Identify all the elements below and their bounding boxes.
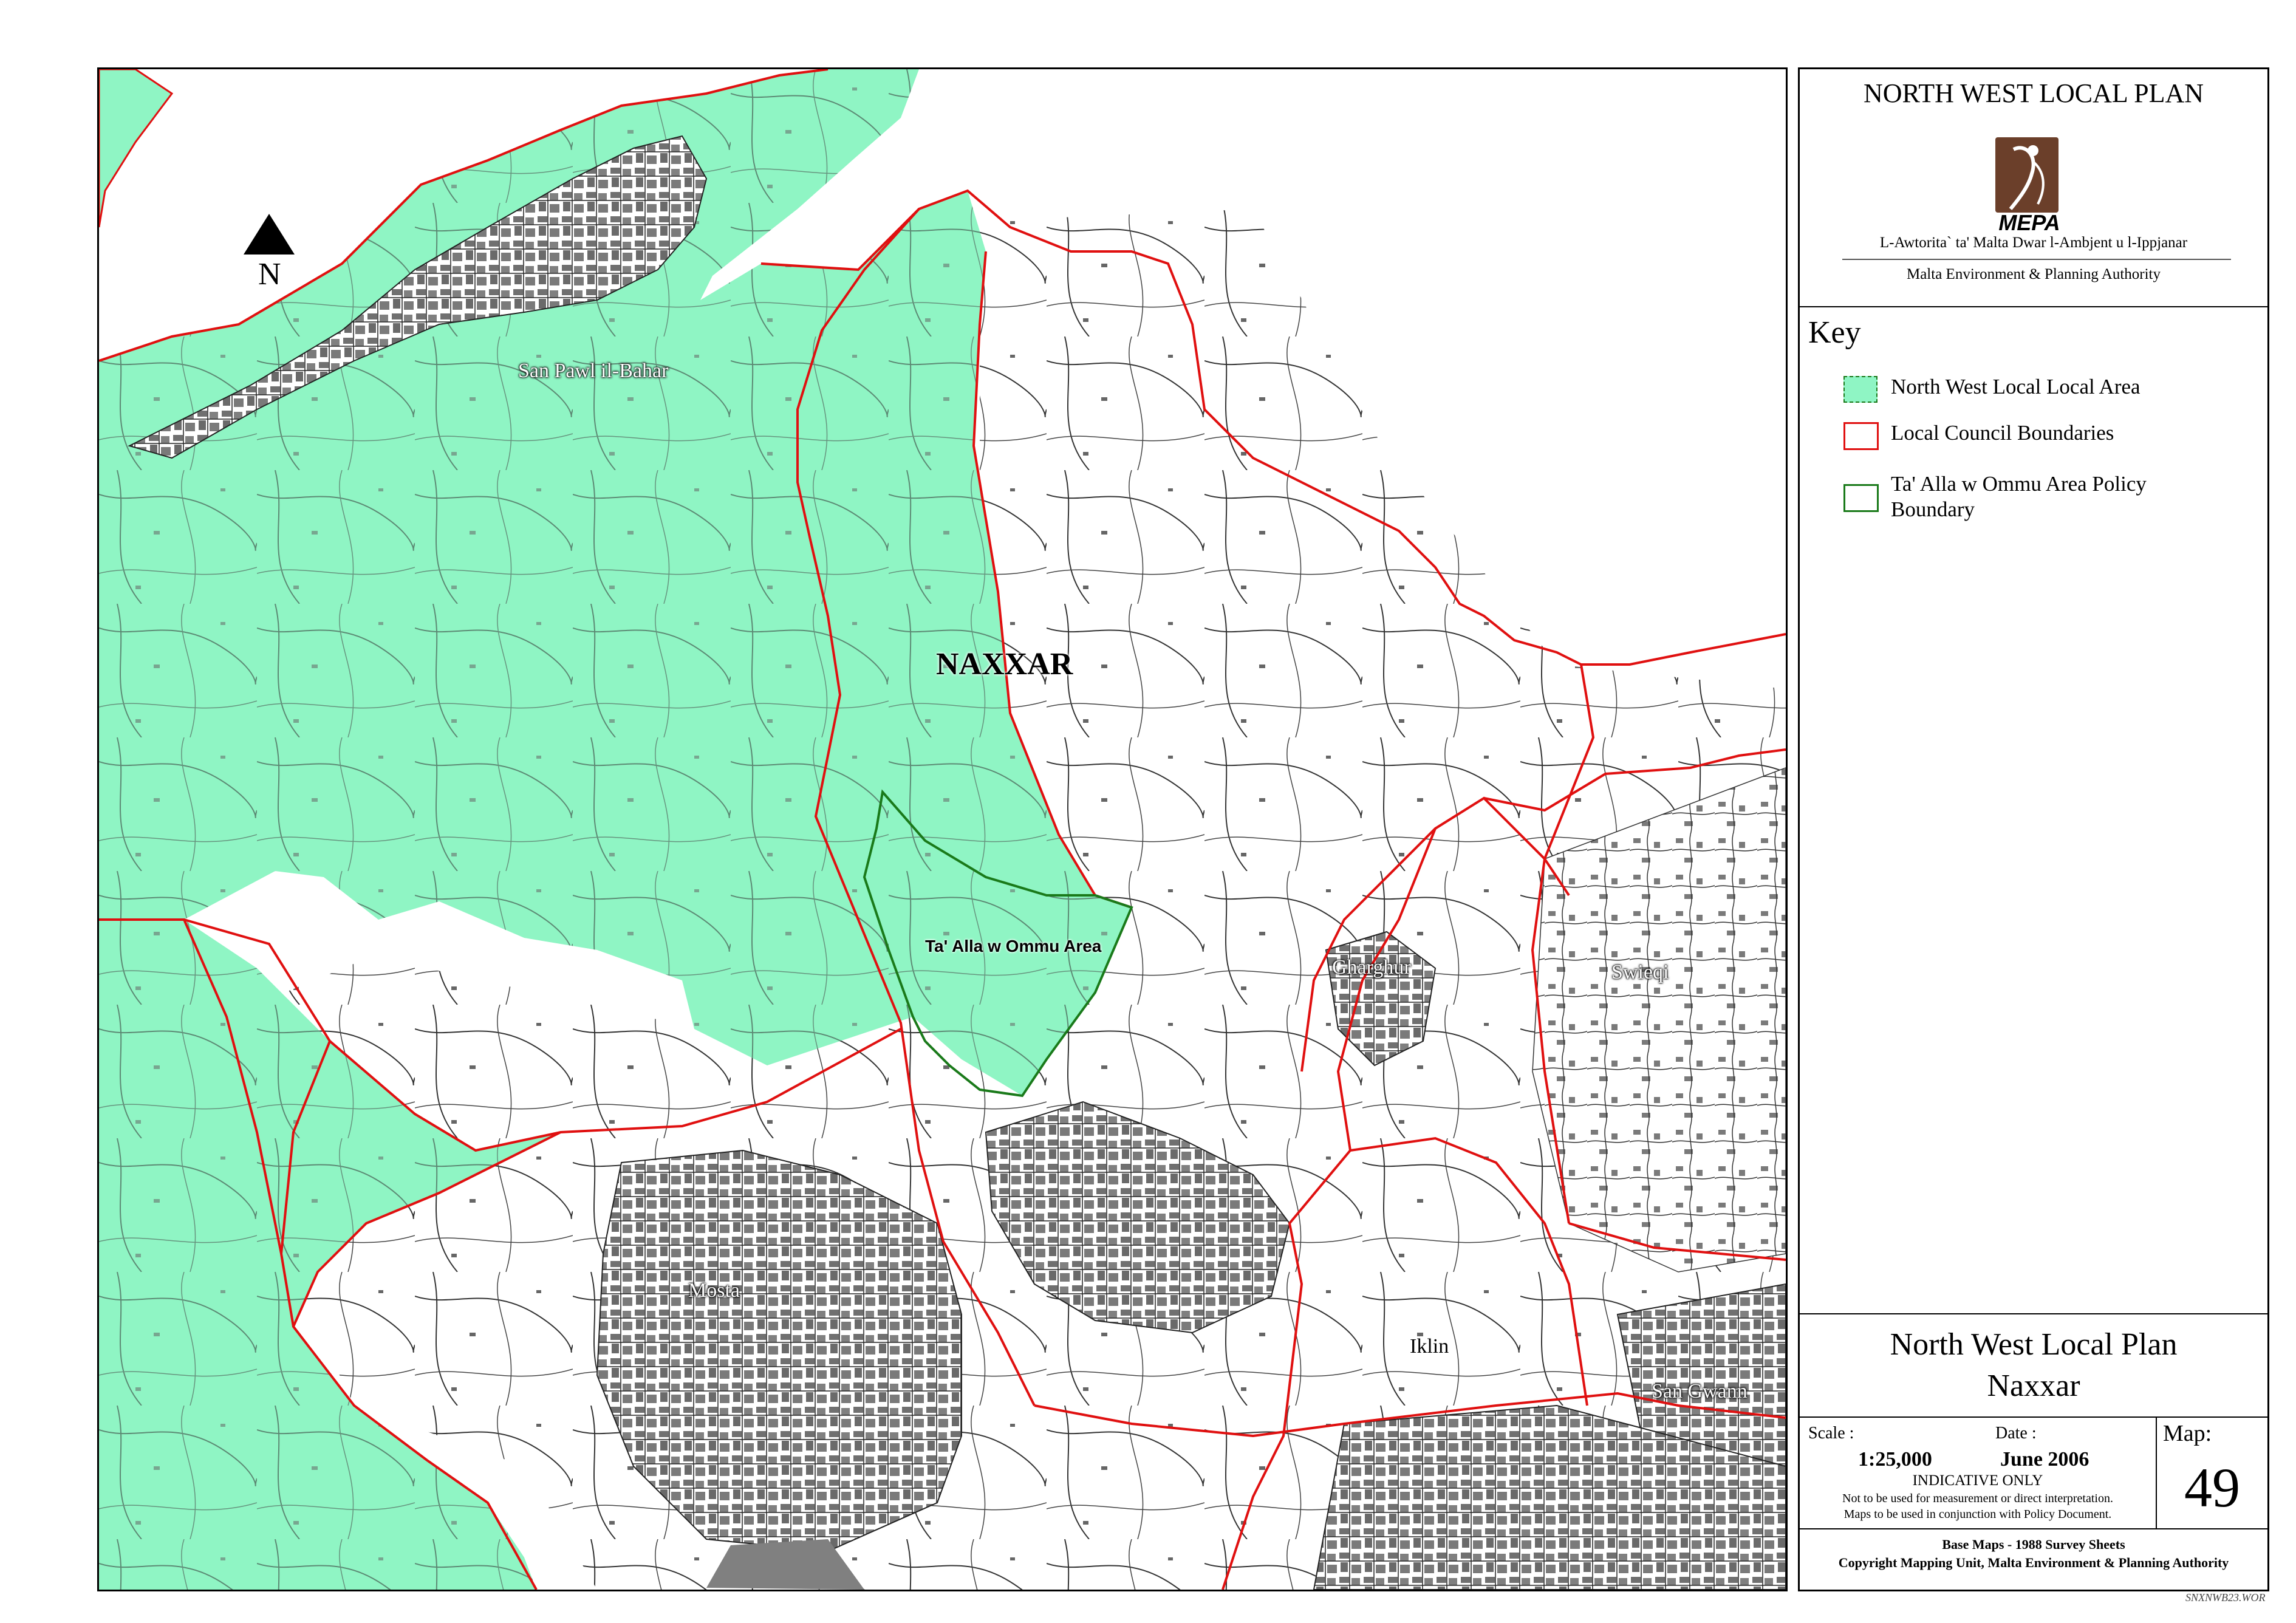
mepa-logo-icon <box>1995 137 2059 213</box>
label-ta-alla: Ta' Alla w Ommu Area <box>925 937 1102 955</box>
map-canvas[interactable] <box>99 69 1786 1590</box>
scale-label: Scale : <box>1808 1424 1854 1443</box>
date-value: June 2006 <box>2000 1448 2089 1471</box>
panel-header-title: NORTH WEST LOCAL PLAN <box>1864 78 2204 108</box>
indicative-note: INDICATIVE ONLY <box>1912 1472 2043 1489</box>
swatch-policy <box>1843 484 1879 512</box>
label-iklin: Iklin <box>1410 1335 1449 1358</box>
disclaimer-line1: Not to be used for measurement or direct… <box>1842 1492 2113 1505</box>
authority-english: Malta Environment & Planning Authority <box>1906 266 2161 282</box>
map-number: 49 <box>2184 1457 2240 1519</box>
legend-panel: NORTH WEST LOCAL PLAN MEPA L-Awtorita` t… <box>1798 67 2269 1591</box>
disclaimer-line2: Maps to be used in conjunction with Poli… <box>1843 1508 2112 1521</box>
scale-value: 1:25,000 <box>1858 1448 1932 1471</box>
authority-maltese: L-Awtorita` ta' Malta Dwar l-Ambjent u l… <box>1879 234 2188 251</box>
key-title: Key <box>1808 315 1861 350</box>
label-mosta: Mosta <box>688 1279 740 1302</box>
footer-divider <box>1800 1528 2267 1529</box>
label-san-gwann: San Gwann <box>1652 1380 1748 1403</box>
title-divider <box>1800 1313 2267 1314</box>
base-maps-note: Base Maps - 1988 Survey Sheets <box>1942 1537 2125 1552</box>
north-label: N <box>258 257 281 292</box>
swatch-local-area <box>1843 376 1877 403</box>
scale-divider <box>1800 1416 2267 1418</box>
plan-title-line2: Naxxar <box>1987 1368 2080 1403</box>
copyright-note: Copyright Mapping Unit, Malta Environmen… <box>1838 1555 2229 1570</box>
map-frame[interactable]: N San Pawl il-Bahar NAXXAR Ta' Alla w Om… <box>97 67 1788 1591</box>
label-gharghur: Gharghur <box>1332 956 1411 979</box>
key-label-local-area: North West Local Local Area <box>1891 375 2141 398</box>
key-label-council: Local Council Boundaries <box>1891 421 2114 445</box>
label-swieqi: Swieqi <box>1611 961 1669 983</box>
date-label: Date : <box>1995 1424 2037 1443</box>
swatch-council <box>1843 422 1879 450</box>
header-divider <box>1800 306 2267 307</box>
plan-title-line1: North West Local Plan <box>1890 1327 2178 1362</box>
key-label-policy: Ta' Alla w Ommu Area Policy Boundary <box>1891 472 2147 521</box>
mepa-logo-text: MEPA <box>1998 210 2060 235</box>
file-code: SNXNWB23.WOR <box>2185 1591 2266 1604</box>
label-naxxar: NAXXAR <box>936 647 1073 682</box>
label-san-pawl: San Pawl il-Bahar <box>518 360 669 382</box>
map-label: Map: <box>2163 1421 2212 1446</box>
logo-divider <box>1842 259 2231 260</box>
